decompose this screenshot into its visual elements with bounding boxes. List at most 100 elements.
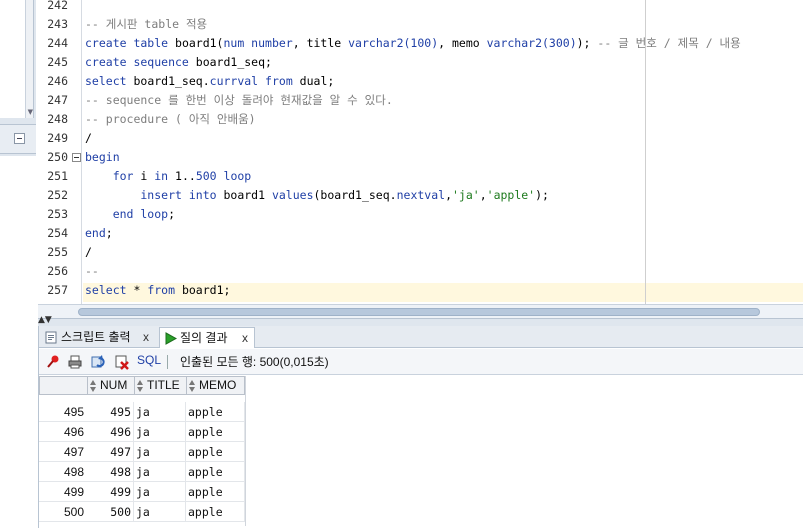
cell-title[interactable]: ja [134,482,186,502]
cell-memo[interactable]: apple [186,442,245,462]
line-number-gutter: 242 243 244 245 246 247 248 249 250 251 252 253 254 2… [38,0,82,304]
scrollbar-thumb[interactable] [78,308,760,316]
code-token: for [85,169,134,183]
code-token: end loop [85,207,169,221]
table-row[interactable]: 495 495 ja apple [39,402,245,422]
column-header-title[interactable]: TITLE [134,376,187,395]
code-token: varchar2(300) [486,36,577,50]
collapse-arrows-icon[interactable]: ▲▼ [38,315,52,325]
print-icon[interactable] [67,354,83,370]
cell-title[interactable]: ja [134,402,186,422]
code-token: / [85,131,92,145]
table-row[interactable]: 496 496 ja apple [39,422,245,442]
column-header-num[interactable]: NUM [87,376,135,395]
run-query-icon [165,332,177,345]
code-token: num number [223,36,293,50]
cell-memo[interactable]: apple [186,422,245,442]
code-line[interactable]: select * from board1; [85,281,230,300]
table-row[interactable]: 499 499 ja apple [39,482,245,502]
sort-icon[interactable] [90,380,97,392]
code-line[interactable]: select board1_seq.currval from dual; [85,72,334,91]
code-line[interactable]: end; [85,224,113,243]
pin-icon[interactable] [45,354,61,370]
code-line[interactable]: end loop; [85,205,175,224]
fold-toggle-icon[interactable] [72,153,81,162]
left-vertical-scrollbar[interactable] [25,0,33,118]
panel-splitter[interactable]: ▲▼ [38,315,803,326]
code-token: ; [168,207,176,221]
cell-memo[interactable]: apple [186,482,245,502]
line-number: 243 [47,17,68,31]
table-row[interactable]: 500 500 ja apple [39,502,245,522]
tab-query-result[interactable]: 질의 결과 x [159,327,255,348]
table-row[interactable]: 497 497 ja apple [39,442,245,462]
line-number: 247 [47,93,68,107]
code-line[interactable]: for i in 1..500 loop [85,167,252,186]
code-line[interactable]: create table board1(num number, title va… [85,34,741,53]
line-number: 253 [47,207,68,221]
code-token: ); [576,36,598,50]
sort-icon[interactable] [137,380,144,392]
code-token: dual; [292,74,335,88]
left-panel: ▼ [0,0,36,528]
code-token: values [271,188,314,202]
left-lower-pane [0,156,36,528]
sql-editor[interactable]: 242 243 244 245 246 247 248 249 250 251 252 253 254 2… [38,0,803,304]
table-row[interactable]: 498 498 ja apple [39,462,245,482]
code-token: currval [209,74,259,88]
grid-right-edge [245,376,246,526]
line-number: 252 [47,188,68,202]
fetch-status-text: 인출된 모든 행: 500(0,015초) [180,355,329,369]
code-token: select [85,74,127,88]
sort-icon[interactable] [189,380,196,392]
results-grid[interactable]: NUM TITLE MEMO 495 495 ja apple 496 496 ja appl… [39,375,803,528]
code-token: begin [85,150,120,164]
cell-title[interactable]: ja [134,502,186,522]
code-line[interactable]: / [85,129,92,148]
code-line[interactable]: create sequence board1_seq; [85,53,272,72]
code-token: , memo [438,36,487,50]
cell-memo[interactable]: apple [186,502,245,522]
code-line[interactable]: begin [85,148,120,167]
cell-num[interactable]: 499 [87,482,134,502]
code-line[interactable]: -- [85,262,99,281]
script-output-icon [45,331,57,344]
delete-icon[interactable] [114,354,130,370]
cell-num[interactable]: 498 [87,462,134,482]
tab-query-result-label: 질의 결과 [180,331,228,345]
code-token: -- 게시판 table 적용 [85,17,208,31]
code-token: 500 [195,169,217,183]
code-line[interactable]: -- 게시판 table 적용 [85,15,207,34]
scroll-down-arrow-icon[interactable]: ▼ [28,108,33,116]
editor-horizontal-scrollbar[interactable] [38,304,803,318]
cell-memo[interactable]: apple [186,402,245,422]
code-token: board1_seq. [126,74,210,88]
column-header-memo[interactable]: MEMO [186,376,245,395]
line-number: 250 [47,150,68,164]
minimize-icon[interactable] [14,133,25,144]
column-header-label: NUM [100,378,128,392]
cell-num[interactable]: 497 [87,442,134,462]
tab-script-output[interactable]: 스크립트 출력 x [41,327,155,348]
code-line[interactable]: insert into board1 values(board1_seq.nex… [85,186,549,205]
cell-num[interactable]: 496 [87,422,134,442]
cell-num[interactable]: 500 [87,502,134,522]
code-line[interactable]: -- procedure ( 아직 안배움) [85,110,256,129]
close-tab-icon[interactable]: x [242,328,248,348]
cell-num[interactable]: 495 [87,402,134,422]
cell-title[interactable]: ja [134,462,186,482]
line-number: 248 [47,112,68,126]
code-line[interactable]: -- sequence 를 한번 이상 돌려야 현재값을 알 수 있다. [85,91,393,110]
code-token: varchar2(100) [348,36,439,50]
code-token: nextval [396,188,446,202]
row-header-corner [39,376,87,395]
cell-memo[interactable]: apple [186,462,245,482]
close-tab-icon[interactable]: x [143,327,149,347]
sql-link[interactable]: SQL [137,353,161,367]
cell-title[interactable]: ja [134,442,186,462]
code-token: board1 [216,188,272,202]
refresh-icon[interactable] [91,354,107,370]
code-line[interactable]: / [85,243,92,262]
cell-title[interactable]: ja [134,422,186,442]
results-panel: 스크립트 출력 x 질의 결과 x SQL 인출된 모든 행: 500(0,01… [38,326,803,528]
